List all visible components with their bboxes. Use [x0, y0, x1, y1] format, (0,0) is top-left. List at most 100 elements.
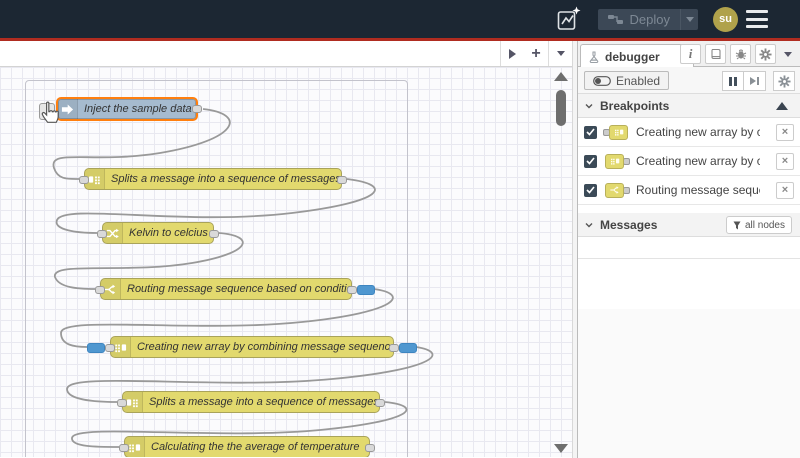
port-out[interactable]: [389, 344, 399, 352]
node-split[interactable]: Splits a message into a sequence of mess…: [79, 168, 347, 190]
node-change[interactable]: Kelvin to celcius: [97, 222, 219, 244]
port-out[interactable]: [347, 286, 357, 294]
change-icon: [106, 228, 119, 238]
messages-section-header[interactable]: Messages all nodes: [578, 213, 800, 237]
pause-button[interactable]: [722, 71, 744, 91]
port-out[interactable]: [375, 399, 385, 407]
node-switch[interactable]: Routing message sequence based on condit…: [95, 278, 375, 300]
info-sidebar-button[interactable]: i: [680, 44, 701, 64]
breakpoint-list-item[interactable]: Creating new array by combining message …: [578, 118, 800, 147]
breakpoint-node-icon: [603, 124, 630, 140]
bug-icon: [735, 49, 746, 60]
debugger-toolbar: Enabled: [578, 67, 800, 94]
node-join[interactable]: Calculating the the average of temperatu…: [119, 436, 375, 457]
port-out[interactable]: [192, 105, 202, 113]
breakpoint-delete-button[interactable]: ×: [776, 153, 794, 170]
port-in[interactable]: [97, 230, 107, 238]
user-avatar[interactable]: su: [713, 6, 738, 32]
step-icon: [750, 77, 759, 85]
messages-title: Messages: [600, 217, 658, 232]
port-in[interactable]: [119, 444, 129, 452]
breakpoint-label: Creating new array by combining message …: [636, 154, 760, 168]
settings-sidebar-button[interactable]: [755, 44, 776, 64]
check-icon: [586, 186, 595, 194]
deploy-label: Deploy: [629, 11, 670, 27]
port-out[interactable]: [365, 444, 375, 452]
breakpoint-delete-button[interactable]: ×: [776, 124, 794, 141]
breakpoint-badge[interactable]: [399, 343, 417, 353]
check-icon: [586, 128, 595, 136]
scroll-to-top-icon[interactable]: [776, 102, 788, 110]
chevron-down-icon: [585, 222, 593, 227]
library-sidebar-button[interactable]: [705, 44, 726, 64]
inject-icon: [61, 103, 74, 115]
breakpoint-checkbox[interactable]: [584, 154, 597, 168]
node-inject[interactable]: Inject the sample data: [39, 97, 202, 121]
port-out[interactable]: [209, 230, 219, 238]
deploy-caret-button[interactable]: [680, 8, 698, 30]
port-in[interactable]: [117, 399, 127, 407]
node-join[interactable]: Creating new array by combining message …: [87, 336, 417, 358]
split-icon: [88, 175, 100, 184]
switch-icon: [609, 186, 619, 194]
settings-icon: [759, 47, 772, 61]
breakpoint-list-item[interactable]: Creating new array by combining message …: [578, 147, 800, 176]
node-label: Splits a message into a sequence of mess…: [149, 396, 379, 408]
breakpoint-list-item[interactable]: Routing message sequence based on condit…: [578, 176, 800, 205]
chevron-down-icon: [585, 103, 593, 108]
breakpoint-delete-button[interactable]: ×: [776, 182, 794, 199]
deploy-button[interactable]: Deploy: [597, 8, 698, 30]
flow-tabs-strip: +: [0, 41, 572, 67]
pause-icon: [729, 76, 737, 86]
caret-down-icon: [685, 16, 694, 22]
breakpoint-badge[interactable]: [357, 285, 375, 295]
join-icon: [115, 343, 127, 352]
flow-canvas[interactable]: Inject the sample data Splits a message …: [0, 67, 572, 457]
node-label: Splits a message into a sequence of mess…: [111, 173, 341, 185]
breakpoint-badge[interactable]: [87, 343, 105, 353]
breakpoint-checkbox[interactable]: [584, 183, 597, 197]
switch-icon: [104, 284, 116, 294]
play-icon: [509, 48, 516, 59]
breakpoint-node-icon: [603, 182, 630, 198]
port-in[interactable]: [105, 344, 115, 352]
node-label: Creating new array by combining message …: [137, 341, 393, 353]
step-button[interactable]: [744, 71, 766, 91]
inject-run-button[interactable]: [39, 102, 55, 120]
debugger-settings-button[interactable]: [773, 71, 795, 91]
debug-sidebar-button[interactable]: [730, 44, 751, 64]
breakpoint-checkbox[interactable]: [584, 125, 597, 139]
tab-debugger[interactable]: debugger: [580, 44, 694, 68]
canvas-scroll-up-button[interactable]: [554, 72, 568, 81]
add-flow-button[interactable]: +: [524, 41, 548, 66]
port-in[interactable]: [95, 286, 105, 294]
ai-assistant-icon[interactable]: [557, 6, 581, 32]
avatar-initials: su: [719, 13, 732, 25]
workspace: + Inject the sample data Splits a messag…: [0, 41, 572, 458]
port-in[interactable]: [79, 176, 89, 184]
debugger-enabled-toggle[interactable]: Enabled: [584, 71, 670, 90]
toggle-icon: [593, 75, 611, 86]
join-icon: [129, 443, 141, 452]
check-icon: [586, 157, 595, 165]
messages-empty-area: [578, 237, 800, 259]
breakpoints-section-header[interactable]: Breakpoints: [578, 94, 800, 118]
sidebar-expand-button[interactable]: [780, 51, 796, 57]
funnel-icon: [733, 221, 741, 229]
canvas-scrollbar-thumb[interactable]: [556, 90, 566, 126]
sidebar: debugger i Enabled Breakpoints Creating …: [578, 41, 800, 458]
header-bar: Deploy su: [0, 0, 800, 38]
port-out[interactable]: [337, 176, 347, 184]
enabled-label: Enabled: [616, 73, 661, 88]
split-icon: [126, 398, 138, 407]
canvas-scroll-down-button[interactable]: [554, 444, 568, 453]
main-menu-button[interactable]: [746, 10, 768, 28]
message-filter-button[interactable]: all nodes: [725, 216, 792, 234]
sidebar-background: [578, 309, 800, 458]
node-label: Calculating the the average of temperatu…: [151, 441, 360, 453]
breakpoint-node-icon: [603, 153, 630, 169]
flow-list-button[interactable]: [548, 41, 572, 66]
tab-debugger-label: debugger: [605, 49, 660, 64]
node-split[interactable]: Splits a message into a sequence of mess…: [117, 391, 385, 413]
tab-scroll-button[interactable]: [500, 41, 524, 66]
